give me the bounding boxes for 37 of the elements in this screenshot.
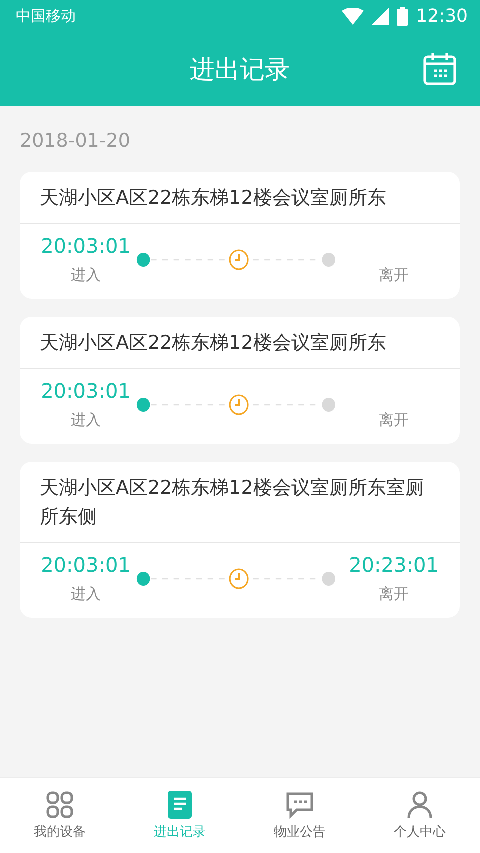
entry-dot: [136, 252, 150, 266]
wifi-icon: [342, 8, 364, 25]
clock-icon: [229, 568, 249, 589]
entry-time: 20:03:01: [41, 553, 131, 579]
clock-time: 12:30: [416, 6, 468, 27]
entry-label: 进入: [71, 585, 101, 604]
exit-label: 离开: [379, 585, 409, 604]
entry-label: 进入: [71, 411, 101, 430]
clock-icon: [229, 394, 249, 415]
entry-time: 20:03:01: [41, 379, 131, 405]
calendar-icon: [423, 52, 457, 86]
grid-icon: [46, 790, 74, 818]
location-name: 天湖小区A区22栋东梯12楼会议室厕所东室厕所东侧: [20, 462, 460, 543]
entry-label: 进入: [71, 266, 101, 285]
document-icon: [168, 790, 192, 818]
record-date: 2018-01-20: [20, 130, 132, 152]
battery-icon: [397, 7, 408, 26]
page-title: 进出记录: [190, 54, 290, 86]
entry-time: 20:03:01: [41, 234, 131, 260]
person-icon: [406, 790, 434, 818]
signal-icon: [372, 8, 390, 25]
entry-dot: [136, 572, 150, 586]
exit-label: 离开: [379, 266, 409, 285]
exit-time: 20:23:01: [349, 553, 439, 579]
exit-label: 离开: [379, 411, 409, 430]
location-name: 天湖小区A区22栋东梯12楼会议室厕所东: [20, 317, 460, 369]
carrier-name: 中国移动: [16, 7, 76, 26]
chat-icon: [285, 790, 315, 818]
location-name: 天湖小区A区22栋东梯12楼会议室厕所东: [20, 172, 460, 224]
nav-tab[interactable]: 个人中心: [360, 778, 480, 853]
nav-tab[interactable]: 我的设备: [0, 778, 120, 853]
entry-dot: [136, 398, 150, 412]
nav-tab[interactable]: 物业公告: [240, 778, 360, 853]
exit-dot: [322, 572, 336, 586]
clock-icon: [229, 249, 249, 270]
exit-dot: [322, 252, 336, 266]
exit-dot: [322, 398, 336, 412]
